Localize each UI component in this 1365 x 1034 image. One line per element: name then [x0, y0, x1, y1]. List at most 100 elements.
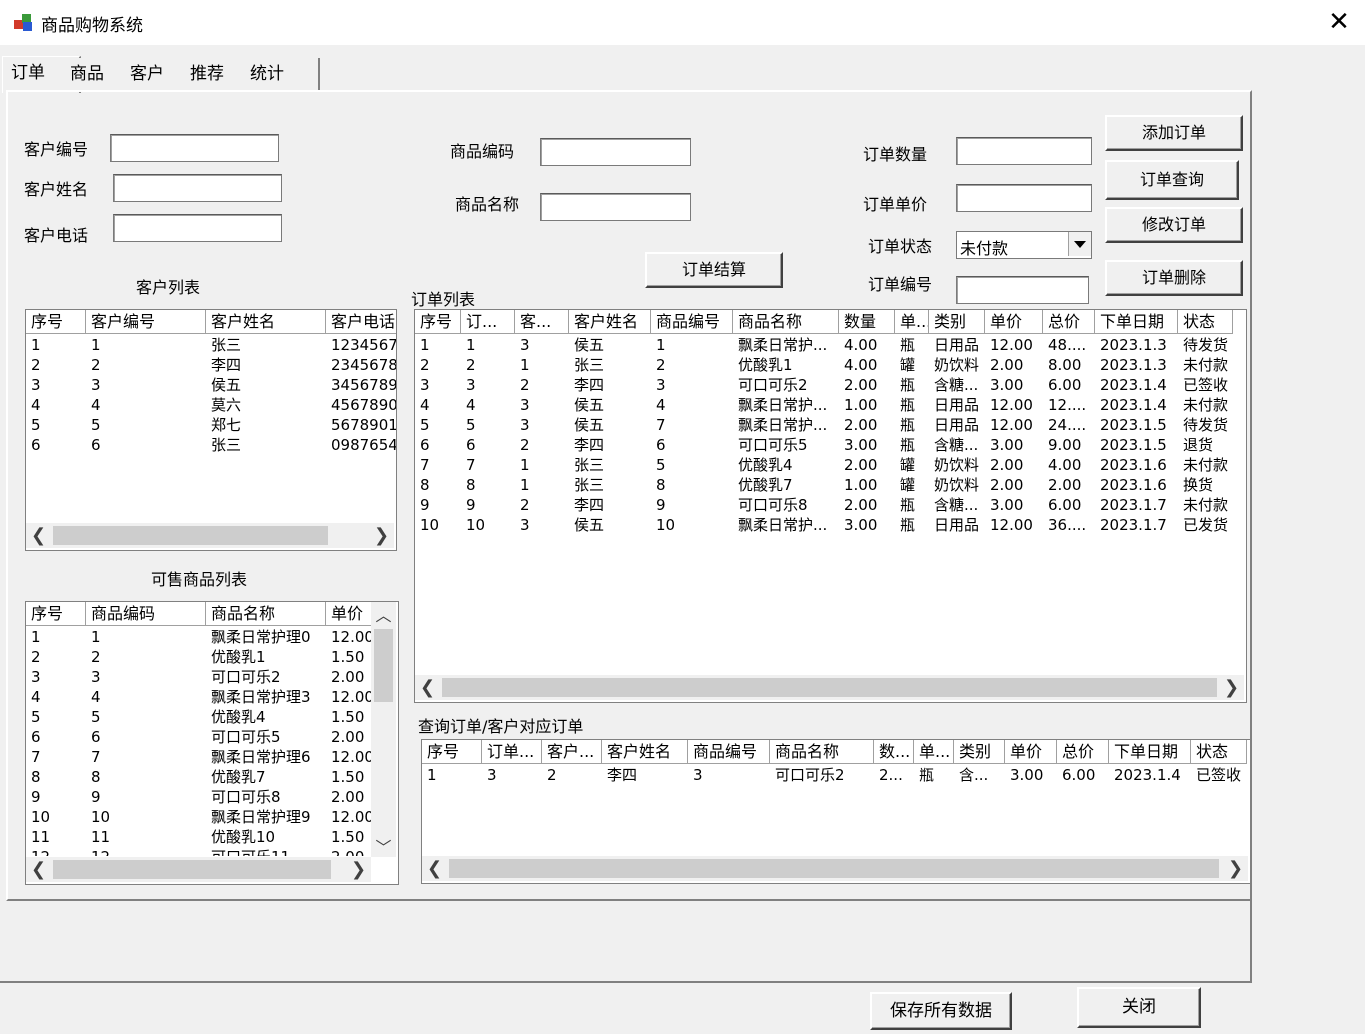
column-header[interactable]: 下单日期: [1095, 310, 1178, 333]
table-row[interactable]: 3 3 可口可乐2 2.00: [26, 667, 372, 687]
table-row[interactable]: 8 8 优酸乳7 1.50: [26, 767, 372, 787]
table-row[interactable]: 10 10 3 侯五 10 飘柔日常护... 3.00 瓶日用品 12.00 36.... 2023…: [415, 515, 1233, 535]
order-price-input[interactable]: [956, 184, 1092, 212]
table-row[interactable]: 4 4 3 侯五 4 飘柔日常护... 1.00 瓶日用品 12.00 12.... 2023.1.…: [415, 395, 1233, 415]
column-header[interactable]: 商品编号: [688, 740, 770, 763]
delete-order-button[interactable]: 订单删除: [1105, 260, 1243, 296]
column-header[interactable]: 状态: [1178, 310, 1233, 333]
order-status-select[interactable]: 未付款: [956, 231, 1092, 259]
column-header[interactable]: 数量: [839, 310, 895, 333]
column-header[interactable]: 商品编号: [651, 310, 733, 333]
column-header[interactable]: 订...: [461, 310, 515, 333]
column-header[interactable]: 商品名称: [733, 310, 839, 333]
table-row[interactable]: 7 7 飘柔日常护理6 12.00: [26, 747, 372, 767]
query-order-list[interactable]: 序号 订单... 客户... 客户姓名 商品编号 商品名称 数... 单... 类别 单价 总价 下单…: [421, 739, 1251, 884]
column-header[interactable]: 序号: [422, 740, 482, 763]
table-row[interactable]: 4 4 莫六 4567890: [26, 395, 396, 415]
dropdown-arrow-icon[interactable]: [1068, 232, 1091, 256]
scroll-left-icon[interactable]: ❮: [415, 675, 440, 700]
table-row[interactable]: 9 9 2 李四 9 可口可乐8 2.00 瓶含糖... 3.00 6.00 2023.1.7 未付款: [415, 495, 1233, 515]
customer-list-hscroll[interactable]: ❮ ❯: [26, 523, 394, 548]
table-row[interactable]: 5 5 3 侯五 7 飘柔日常护... 2.00 瓶日用品 12.00 24.... 2023.1.…: [415, 415, 1233, 435]
column-header[interactable]: 单价: [985, 310, 1043, 333]
close-window-icon[interactable]: ✕: [1322, 7, 1356, 37]
query-order-button[interactable]: 订单查询: [1105, 160, 1239, 200]
table-row[interactable]: 4 4 飘柔日常护理3 12.00: [26, 687, 372, 707]
table-row[interactable]: 8 8 1 张三 8 优酸乳7 1.00 罐奶饮料 2.00 2.00 2023.1.6 换货: [415, 475, 1233, 495]
query-list-hscroll[interactable]: ❮ ❯: [422, 856, 1248, 881]
scroll-thumb[interactable]: [53, 860, 331, 879]
product-name-input[interactable]: [540, 193, 691, 221]
scroll-left-icon[interactable]: ❮: [26, 857, 51, 882]
table-row[interactable]: 2 2 李四 2345678: [26, 355, 396, 375]
column-header[interactable]: 总价: [1043, 310, 1095, 333]
customer-list[interactable]: 序号 客户编号 客户姓名 客户电话 1 1 张三 1234567 2 2 李四 2345678…: [25, 309, 397, 551]
column-header[interactable]: 单价: [326, 602, 372, 625]
table-row[interactable]: 9 9 可口可乐8 2.00: [26, 787, 372, 807]
column-header[interactable]: 客户编号: [86, 310, 206, 333]
table-row[interactable]: 1 1 3 侯五 1 飘柔日常护... 4.00 瓶日用品 12.00 48.... 2023.1.…: [415, 335, 1233, 355]
table-row[interactable]: 2 2 1 张三 2 优酸乳1 4.00 罐奶饮料 2.00 8.00 2023.1.3 未付款: [415, 355, 1233, 375]
scroll-right-icon[interactable]: ❯: [369, 523, 394, 548]
column-header[interactable]: 序号: [415, 310, 461, 333]
column-header[interactable]: 单价: [1005, 740, 1057, 763]
product-list-hscroll[interactable]: ❮ ❯: [26, 857, 371, 882]
scroll-up-icon[interactable]: ︿: [371, 602, 396, 625]
tab-statistics[interactable]: 统计: [242, 58, 320, 91]
column-header[interactable]: 客户电话: [326, 310, 396, 333]
product-list-vscroll[interactable]: ︿ ﹀: [371, 602, 396, 857]
column-header[interactable]: 序号: [26, 602, 86, 625]
modify-order-button[interactable]: 修改订单: [1105, 207, 1243, 243]
order-qty-input[interactable]: [956, 137, 1092, 165]
close-button[interactable]: 关闭: [1077, 987, 1201, 1028]
table-row[interactable]: 1212可口可乐112.00: [26, 847, 372, 856]
table-row[interactable]: 6 6 2 李四 6 可口可乐5 3.00 瓶含糖... 3.00 9.00 2023.1.5 退货: [415, 435, 1233, 455]
column-header[interactable]: 单...: [914, 740, 954, 763]
table-row[interactable]: 10 10 飘柔日常护理9 12.00: [26, 807, 372, 827]
table-row[interactable]: 3 3 2 李四 3 可口可乐2 2.00 瓶含糖... 3.00 6.00 2023.1.4 已签收: [415, 375, 1233, 395]
table-row[interactable]: 6 6 张三 0987654: [26, 435, 396, 455]
column-header[interactable]: 商品名称: [206, 602, 326, 625]
scroll-right-icon[interactable]: ❯: [346, 857, 371, 882]
table-row[interactable]: 5 5 优酸乳4 1.50: [26, 707, 372, 727]
column-header[interactable]: 客户姓名: [602, 740, 688, 763]
table-row[interactable]: 6 6 可口可乐5 2.00: [26, 727, 372, 747]
product-list[interactable]: 序号 商品编码 商品名称 单价 1 1 飘柔日常护理0 12.00 2 2 优酸乳1 1.50…: [25, 601, 399, 885]
scroll-down-icon[interactable]: ﹀: [371, 834, 396, 857]
order-list[interactable]: 序号 订... 客... 客户姓名 商品编号 商品名称 数量 单... 类别 单价 总价 下单日期 状态…: [414, 309, 1247, 703]
table-row[interactable]: 11 11 优酸乳10 1.50: [26, 827, 372, 847]
table-row[interactable]: 1 3 2 李四 3 可口可乐2 2... 瓶 含... 3.00 6.00 2023.1.4 已签收: [422, 765, 1247, 785]
column-header[interactable]: 客户姓名: [206, 310, 326, 333]
column-header[interactable]: 类别: [929, 310, 985, 333]
column-header[interactable]: 下单日期: [1109, 740, 1191, 763]
column-header[interactable]: 客户...: [542, 740, 602, 763]
table-row[interactable]: 7 7 1 张三 5 优酸乳4 2.00 罐奶饮料 2.00 4.00 2023.1.6 未付款: [415, 455, 1233, 475]
scroll-left-icon[interactable]: ❮: [26, 523, 51, 548]
column-header[interactable]: 总价: [1057, 740, 1109, 763]
customer-id-input[interactable]: [110, 134, 279, 162]
customer-name-input[interactable]: [113, 174, 282, 202]
table-row[interactable]: 1 1 飘柔日常护理0 12.00: [26, 627, 372, 647]
column-header[interactable]: 状态: [1191, 740, 1247, 763]
scroll-thumb[interactable]: [374, 629, 393, 702]
scroll-right-icon[interactable]: ❯: [1219, 675, 1244, 700]
column-header[interactable]: 类别: [954, 740, 1005, 763]
table-row[interactable]: 3 3 侯五 3456789: [26, 375, 396, 395]
table-row[interactable]: 5 5 郑七 5678901: [26, 415, 396, 435]
column-header[interactable]: 客户姓名: [569, 310, 651, 333]
order-id-input[interactable]: [956, 276, 1089, 304]
column-header[interactable]: 单...: [895, 310, 929, 333]
scroll-right-icon[interactable]: ❯: [1223, 856, 1248, 881]
column-header[interactable]: 订单...: [482, 740, 542, 763]
customer-phone-input[interactable]: [113, 214, 282, 242]
scroll-thumb[interactable]: [442, 678, 1217, 697]
scroll-thumb[interactable]: [449, 859, 1219, 878]
column-header[interactable]: 序号: [26, 310, 86, 333]
column-header[interactable]: 数...: [874, 740, 914, 763]
order-list-hscroll[interactable]: ❮ ❯: [415, 675, 1244, 700]
scroll-left-icon[interactable]: ❮: [422, 856, 447, 881]
product-id-input[interactable]: [540, 138, 691, 166]
table-row[interactable]: 1 1 张三 1234567: [26, 335, 396, 355]
checkout-order-button[interactable]: 订单结算: [645, 252, 783, 288]
column-header[interactable]: 商品名称: [770, 740, 874, 763]
